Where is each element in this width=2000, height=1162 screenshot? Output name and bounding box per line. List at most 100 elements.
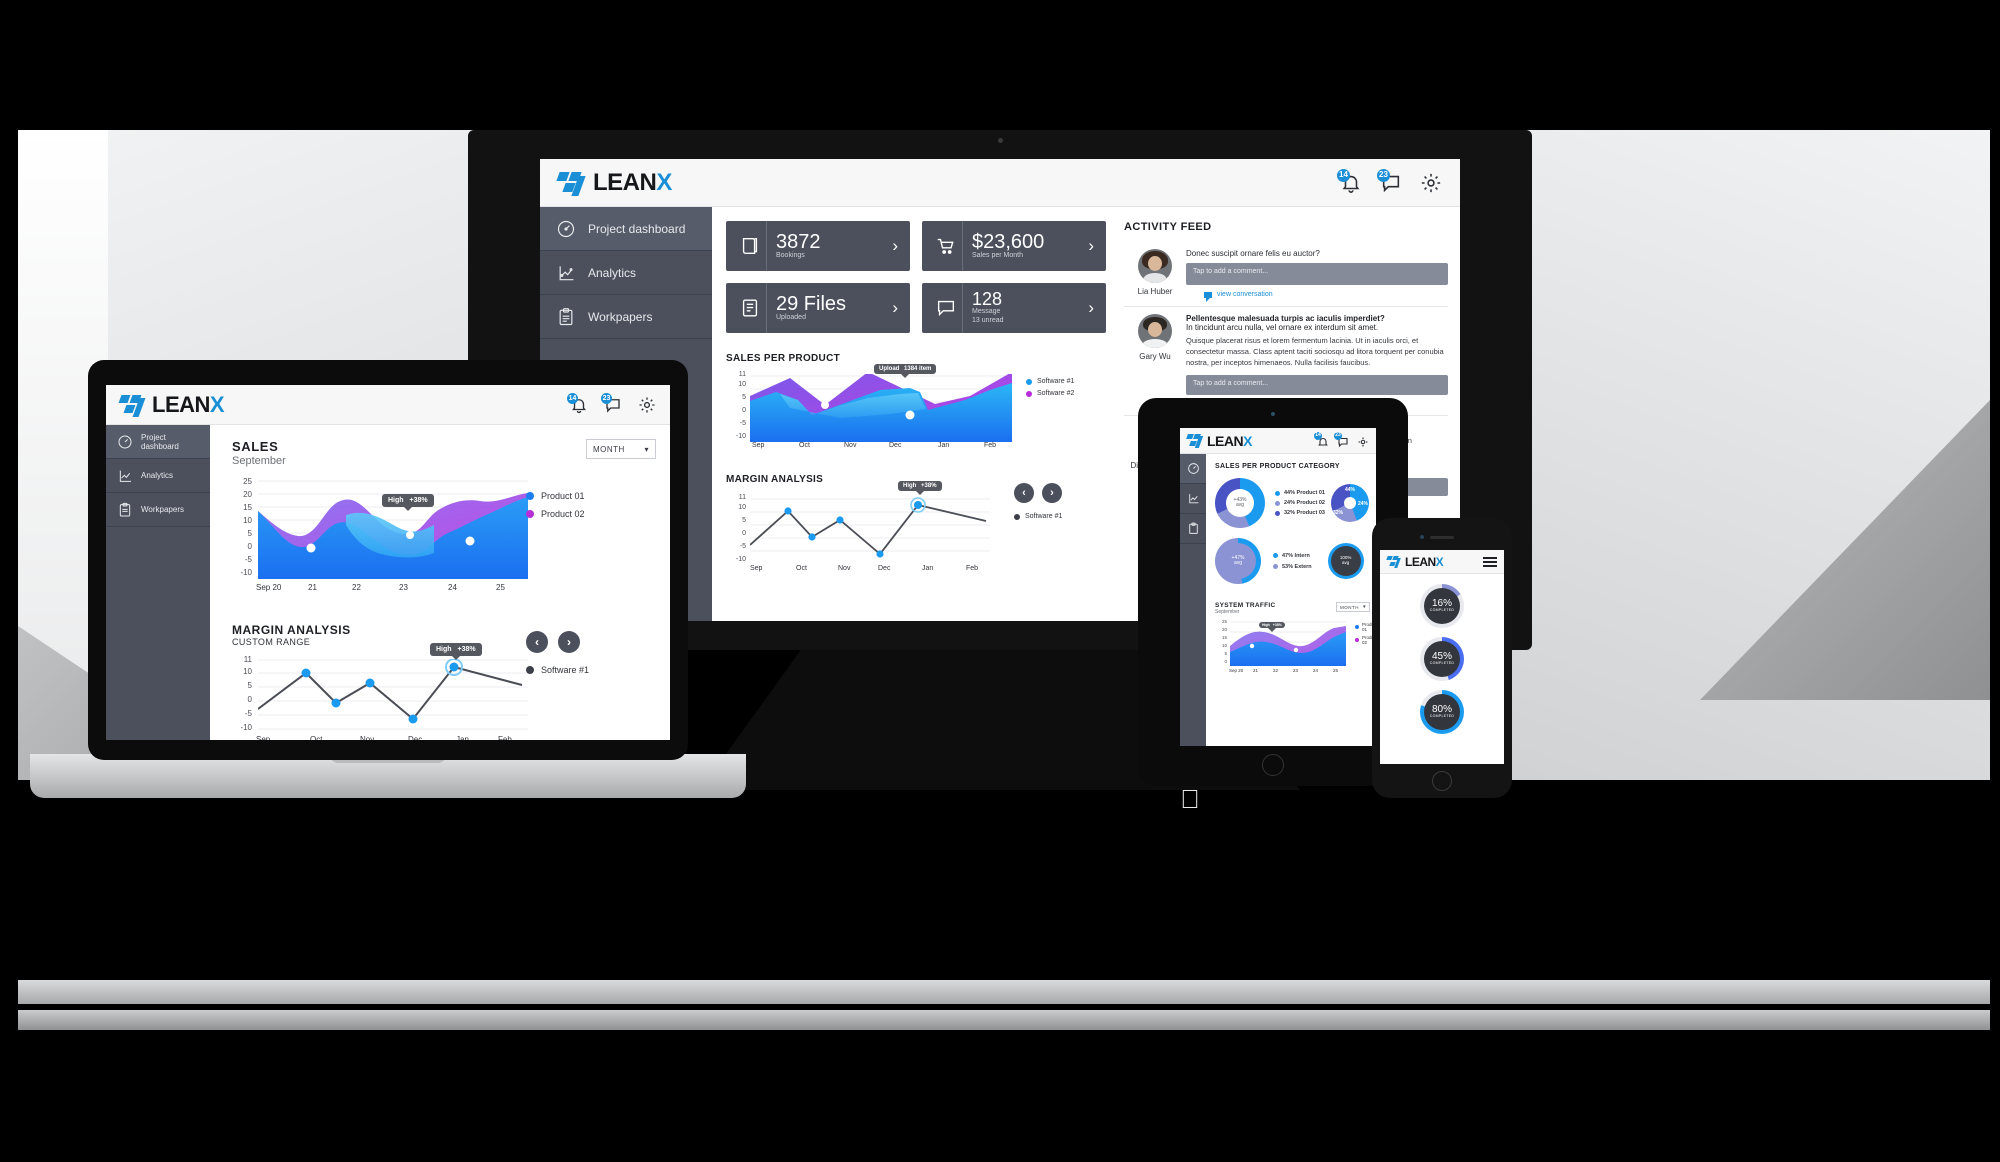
legend-item[interactable]: Product 02 bbox=[526, 509, 585, 519]
stat-label-line2: 13 unread bbox=[972, 317, 1004, 324]
select-value: MONTH bbox=[593, 444, 625, 454]
feed-author: Lia Huber bbox=[1124, 249, 1186, 298]
dashboard-gauge-icon bbox=[114, 431, 136, 453]
prev-button[interactable]: ‹ bbox=[1014, 483, 1034, 503]
sidebar-item-project-dashboard[interactable]: Project dashboard bbox=[540, 207, 712, 251]
stat-text: 128 Message 13 unread bbox=[963, 290, 1088, 326]
chevron-right-icon[interactable]: › bbox=[892, 236, 902, 256]
gear-icon[interactable] bbox=[1420, 172, 1442, 194]
chart-subtitle: September bbox=[232, 455, 286, 467]
leanx-logo-icon bbox=[556, 170, 586, 196]
chart-title: SYSTEM TRAFFIC bbox=[1215, 602, 1276, 609]
avatar[interactable] bbox=[1138, 249, 1172, 283]
legend-label: Software #1 bbox=[541, 665, 590, 675]
tablet-home-button[interactable] bbox=[1262, 754, 1284, 776]
stat-card-files-uploaded[interactable]: 29 Files Uploaded › bbox=[726, 283, 910, 333]
legend-item[interactable]: 53% Extern bbox=[1273, 564, 1312, 570]
chevron-right-icon[interactable]: › bbox=[892, 298, 902, 318]
legend-dot bbox=[526, 492, 534, 500]
tablet-body: SALES PER PRODUCT CATEGORY +43% avg 44% … bbox=[1180, 454, 1376, 746]
sidebar-item-project-dashboard[interactable] bbox=[1180, 454, 1206, 484]
feed-author-name: Gary Wu bbox=[1139, 352, 1171, 361]
legend-item[interactable]: 32% Product 03 bbox=[1275, 510, 1325, 516]
stat-label: Uploaded bbox=[776, 313, 806, 321]
stat-text: $23,600 Sales per Month bbox=[963, 232, 1088, 261]
chevron-right-icon[interactable]: › bbox=[1088, 236, 1098, 256]
stat-card-messages[interactable]: 128 Message 13 unread › bbox=[922, 283, 1106, 333]
legend-dot bbox=[1275, 500, 1280, 506]
message-icon[interactable]: 23 bbox=[1334, 431, 1349, 447]
x-tick: Sep bbox=[752, 442, 765, 449]
header-icon-group: 14 23 bbox=[1337, 168, 1442, 194]
donut-chart-category-labeled[interactable]: 44% 24% 32% bbox=[1330, 484, 1369, 522]
phone-home-button[interactable] bbox=[1432, 771, 1452, 791]
prev-button[interactable]: ‹ bbox=[526, 631, 548, 653]
tablet-main: SALES PER PRODUCT CATEGORY +43% avg 44% … bbox=[1206, 454, 1376, 746]
message-icon[interactable]: 23 bbox=[601, 392, 622, 414]
bell-icon[interactable]: 14 bbox=[567, 392, 588, 414]
legend-label: Product 01 bbox=[541, 491, 585, 501]
comment-input[interactable]: Tap to add a comment... bbox=[1186, 374, 1448, 395]
donut-chart-intern-extern[interactable]: +47% avg bbox=[1215, 538, 1261, 584]
avatar[interactable] bbox=[1138, 314, 1172, 348]
month-range-select[interactable]: MONTH ▾ bbox=[1336, 602, 1370, 612]
completion-ring-80[interactable]: 80% COMPLETED bbox=[1420, 690, 1464, 734]
sidebar-item-analytics[interactable]: Analytics bbox=[540, 251, 712, 295]
system-traffic-chart: 25 20 15 10 5 0 High +38% Sep 20 21 22 2… bbox=[1215, 619, 1376, 678]
view-conversation-link[interactable]: view conversation bbox=[1186, 291, 1448, 302]
logo[interactable]: LEANX bbox=[556, 169, 672, 197]
message-icon[interactable]: 23 bbox=[1377, 168, 1402, 194]
sidebar-item-analytics[interactable]: Analytics bbox=[106, 459, 210, 493]
chevron-right-icon[interactable]: › bbox=[1088, 298, 1098, 318]
legend-item[interactable]: Software #1 bbox=[526, 665, 589, 675]
month-range-select[interactable]: MONTH ▾ bbox=[586, 439, 656, 459]
comment-input[interactable]: Tap to add a comment... bbox=[1186, 263, 1448, 285]
legend-item[interactable]: 47% Intern bbox=[1273, 553, 1312, 559]
logo[interactable]: LEANX bbox=[1186, 433, 1252, 449]
dashboard-gauge-icon bbox=[552, 215, 580, 243]
logo-text: LEANX bbox=[593, 169, 672, 197]
y-tick: 11 bbox=[738, 494, 746, 501]
sidebar-item-workpapers[interactable] bbox=[1180, 514, 1206, 544]
legend-dot bbox=[526, 510, 534, 518]
next-button[interactable]: › bbox=[558, 631, 580, 653]
bell-badge: 14 bbox=[1337, 168, 1350, 182]
monitor-camera-icon bbox=[998, 138, 1003, 143]
gear-icon[interactable] bbox=[638, 396, 656, 414]
legend-item[interactable]: Product 01 bbox=[526, 491, 585, 501]
next-button[interactable]: › bbox=[1042, 483, 1062, 503]
bell-icon[interactable]: 14 bbox=[1314, 431, 1329, 447]
legend-item[interactable]: 24% Product 02 bbox=[1275, 500, 1325, 506]
gear-icon[interactable] bbox=[1357, 435, 1369, 447]
bell-icon[interactable]: 14 bbox=[1337, 168, 1362, 194]
stat-card-bookings[interactable]: 3872 Bookings › bbox=[726, 221, 910, 271]
x-tick: Nov bbox=[360, 735, 375, 740]
sidebar-item-workpapers[interactable]: Workpapers bbox=[106, 493, 210, 527]
sidebar-item-workpapers[interactable]: Workpapers bbox=[540, 295, 712, 339]
sidebar-item-project-dashboard[interactable]: Project dashboard bbox=[106, 425, 210, 459]
feed-content: Pellentesque malesuada turpis ac iaculis… bbox=[1186, 314, 1448, 411]
hamburger-icon[interactable] bbox=[1483, 556, 1497, 567]
legend-dot bbox=[1355, 638, 1359, 642]
donut-chart-category[interactable]: +43% avg bbox=[1215, 478, 1265, 528]
chart-title: MARGIN ANALYSIS bbox=[232, 623, 351, 637]
monitor-app-header: LEANX 14 23 bbox=[540, 159, 1460, 207]
stat-card-sales-per-month[interactable]: $23,600 Sales per Month › bbox=[922, 221, 1106, 271]
logo[interactable]: LEANX bbox=[118, 392, 225, 418]
laptop-body: Project dashboard Analytics Workpapers S… bbox=[106, 425, 670, 740]
sidebar-item-analytics[interactable] bbox=[1180, 484, 1206, 514]
legend-item[interactable]: Software #1 bbox=[1026, 378, 1074, 385]
x-tick: 24 bbox=[448, 583, 457, 592]
logo[interactable]: LEANX bbox=[1386, 555, 1444, 569]
donut-chart-total[interactable]: 100% avg bbox=[1327, 543, 1364, 579]
slice-value-24: 24% bbox=[1357, 501, 1368, 507]
ring-sublabel: COMPLETED bbox=[1429, 714, 1455, 719]
legend-item[interactable]: 44% Product 01 bbox=[1275, 490, 1325, 496]
completion-ring-45[interactable]: 45% COMPLETED bbox=[1420, 637, 1464, 681]
legend-item[interactable]: Software #1 bbox=[1014, 513, 1062, 520]
tooltip-label: High bbox=[903, 483, 917, 489]
stat-card-row-1: 3872 Bookings › $23,600 Sales per Month … bbox=[726, 221, 1106, 271]
background-desk-strip bbox=[18, 980, 1990, 1004]
completion-ring-16[interactable]: 16% COMPLETED bbox=[1420, 584, 1464, 628]
legend-item[interactable]: Software #2 bbox=[1026, 390, 1074, 397]
